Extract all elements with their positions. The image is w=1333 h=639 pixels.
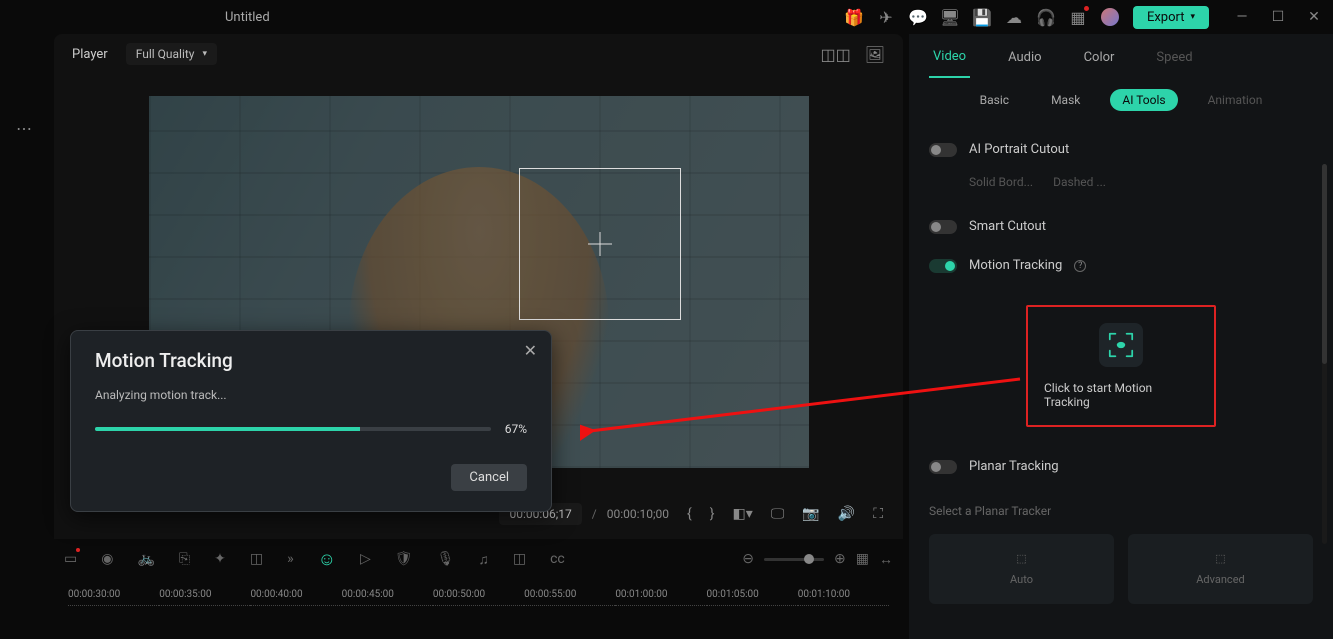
tool-icon[interactable]: ◫ bbox=[250, 551, 263, 567]
minimize-button[interactable]: — bbox=[1233, 9, 1251, 25]
subtab-mask[interactable]: Mask bbox=[1039, 89, 1092, 111]
smart-cutout-toggle[interactable] bbox=[929, 220, 957, 234]
marker-icon[interactable]: ◧▾ bbox=[733, 506, 753, 522]
mic-icon[interactable]: 🎙 bbox=[437, 551, 455, 567]
cloud-icon[interactable]: ☁ bbox=[1005, 8, 1023, 26]
headset-icon[interactable]: 🎧 bbox=[1037, 8, 1055, 26]
advanced-icon: ⬚ bbox=[1215, 552, 1225, 565]
ruler-mark: 00:00:30:00 bbox=[68, 589, 159, 600]
chevron-down-icon: ▾ bbox=[203, 49, 208, 59]
save-icon[interactable]: 💾 bbox=[973, 8, 991, 26]
total-time: 00:00:10;00 bbox=[607, 507, 669, 521]
chat-icon[interactable]: 💬 bbox=[909, 8, 927, 26]
tab-audio[interactable]: Audio bbox=[1004, 38, 1045, 77]
ai-portrait-toggle[interactable] bbox=[929, 143, 957, 157]
compare-icon[interactable]: ◫◫ bbox=[820, 45, 850, 64]
cancel-button[interactable]: Cancel bbox=[451, 464, 527, 491]
subtab-animation[interactable]: Animation bbox=[1196, 89, 1275, 111]
ai-portrait-opt1: Solid Bord... bbox=[969, 175, 1033, 189]
subtab-basic[interactable]: Basic bbox=[968, 89, 1021, 111]
ruler-mark: 00:00:35:00 bbox=[159, 589, 250, 600]
ai-portrait-opt2: Dashed ... bbox=[1053, 175, 1106, 189]
tracking-box[interactable] bbox=[519, 168, 681, 320]
tool-icon[interactable]: ◫ bbox=[513, 551, 526, 567]
zoom-slider[interactable] bbox=[764, 558, 824, 561]
tab-video[interactable]: Video bbox=[929, 37, 970, 78]
zoom-out-icon[interactable]: ⊖ bbox=[742, 551, 754, 567]
bracket-close-icon[interactable]: } bbox=[710, 506, 715, 522]
ruler-mark: 00:01:10:00 bbox=[798, 589, 889, 600]
tool-icon[interactable]: 🚲 bbox=[137, 551, 154, 567]
planar-tracking-label: Planar Tracking bbox=[969, 459, 1059, 474]
ai-portrait-label: AI Portrait Cutout bbox=[969, 142, 1069, 157]
progress-bar bbox=[95, 427, 491, 431]
subtab-ai-tools[interactable]: AI Tools bbox=[1110, 89, 1177, 111]
snapshot-icon[interactable]: 📷 bbox=[802, 506, 819, 522]
music-icon[interactable]: ♫ bbox=[478, 551, 489, 568]
gift-icon[interactable]: 🎁 bbox=[845, 8, 863, 26]
cc-icon[interactable]: cc bbox=[550, 551, 565, 567]
image-icon[interactable]: 🖼 bbox=[865, 45, 885, 64]
chevron-down-icon: ▾ bbox=[1190, 12, 1195, 22]
planar-select-label: Select a Planar Tracker bbox=[929, 496, 1313, 526]
maximize-button[interactable]: ☐ bbox=[1269, 9, 1287, 25]
timeline-ruler[interactable]: 00:00:30:00 00:00:35:00 00:00:40:00 00:0… bbox=[48, 579, 909, 609]
quality-select[interactable]: Full Quality ▾ bbox=[126, 43, 217, 65]
send-icon[interactable]: ✈ bbox=[877, 8, 895, 26]
apps-icon[interactable]: ▦ bbox=[1069, 8, 1087, 26]
volume-icon[interactable]: 🔊 bbox=[838, 506, 855, 522]
planar-auto-label: Auto bbox=[1010, 573, 1033, 586]
progress-percent: 67% bbox=[505, 422, 527, 436]
ruler-mark: 00:00:55:00 bbox=[524, 589, 615, 600]
close-dialog-button[interactable]: ✕ bbox=[524, 341, 537, 360]
motion-tracking-label: Motion Tracking bbox=[969, 258, 1062, 273]
bracket-open-icon[interactable]: { bbox=[687, 506, 692, 522]
tool-icon[interactable]: ✦ bbox=[214, 551, 226, 567]
planar-advanced-label: Advanced bbox=[1196, 573, 1244, 586]
auto-icon: ⬚ bbox=[1016, 552, 1026, 565]
planar-tracking-toggle[interactable] bbox=[929, 460, 957, 474]
avatar-icon[interactable] bbox=[1101, 8, 1119, 26]
planar-advanced-button[interactable]: ⬚ Advanced bbox=[1128, 534, 1313, 604]
dialog-status: Analyzing motion track... bbox=[95, 388, 527, 402]
zoom-in-icon[interactable]: ⊕ bbox=[834, 551, 846, 567]
ruler-mark: 00:00:50:00 bbox=[433, 589, 524, 600]
project-title: Untitled bbox=[225, 10, 270, 25]
ruler-mark: 00:01:00:00 bbox=[615, 589, 706, 600]
fullscreen-icon[interactable]: ⛶ bbox=[873, 506, 883, 522]
expand-icon[interactable]: ↔ bbox=[879, 551, 893, 568]
scrollbar[interactable] bbox=[1322, 164, 1327, 544]
tool-icon[interactable]: 🛡 bbox=[395, 551, 413, 567]
player-label: Player bbox=[72, 47, 108, 62]
tool-icon[interactable]: ▷ bbox=[360, 551, 371, 567]
tool-icon[interactable]: ⎘ bbox=[179, 551, 190, 567]
time-separator: / bbox=[592, 507, 597, 521]
close-window-button[interactable]: ✕ bbox=[1305, 9, 1323, 25]
dialog-title: Motion Tracking bbox=[95, 349, 527, 372]
quality-value: Full Quality bbox=[136, 47, 195, 61]
motion-tracking-icon bbox=[1099, 323, 1143, 367]
more-options-icon[interactable]: ⋯ bbox=[16, 119, 32, 138]
start-motion-tracking-button[interactable]: Click to start Motion Tracking bbox=[1026, 305, 1216, 427]
smart-cutout-label: Smart Cutout bbox=[969, 219, 1046, 234]
tool-icon[interactable]: ▭ bbox=[64, 551, 77, 567]
tool-icon[interactable]: ◉ bbox=[101, 551, 113, 567]
grid-icon[interactable]: ▦ bbox=[856, 551, 869, 567]
chevron-right-icon[interactable]: » bbox=[287, 551, 294, 567]
planar-auto-button[interactable]: ⬚ Auto bbox=[929, 534, 1114, 604]
motion-tracking-dialog: ✕ Motion Tracking Analyzing motion track… bbox=[70, 330, 552, 512]
ruler-mark: 00:01:05:00 bbox=[707, 589, 798, 600]
info-icon[interactable]: ? bbox=[1074, 260, 1086, 272]
tab-color[interactable]: Color bbox=[1080, 38, 1119, 77]
export-button[interactable]: Export ▾ bbox=[1133, 6, 1209, 29]
motion-tracking-toggle[interactable] bbox=[929, 259, 957, 273]
monitor-icon[interactable]: 🖥 bbox=[941, 8, 959, 26]
ruler-mark: 00:00:45:00 bbox=[342, 589, 433, 600]
display-icon[interactable]: 🖵 bbox=[771, 506, 785, 522]
export-label: Export bbox=[1147, 10, 1185, 25]
tab-speed[interactable]: Speed bbox=[1152, 38, 1196, 77]
ruler-mark: 00:00:40:00 bbox=[250, 589, 341, 600]
mt-start-label: Click to start Motion Tracking bbox=[1044, 381, 1198, 409]
ai-face-icon[interactable]: ☺ bbox=[318, 549, 336, 570]
